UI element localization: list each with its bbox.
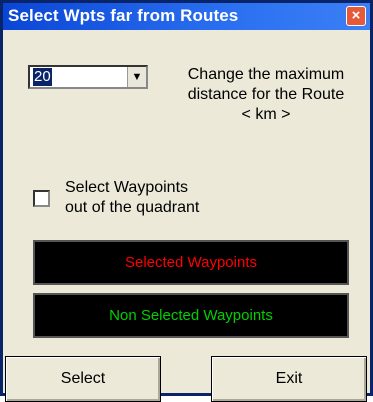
checkbox-label-line-2: out of the quadrant	[65, 199, 200, 216]
chevron-down-icon[interactable]: ▼	[127, 67, 146, 87]
checkbox-label-line-1: Select Waypoints	[65, 179, 189, 196]
select-button[interactable]: Select	[5, 356, 161, 402]
hint-line-3: < km >	[241, 106, 291, 123]
distance-hint: Change the maximum distance for the Rout…	[161, 65, 371, 125]
title-bar[interactable]: Select Wpts far from Routes ×	[3, 3, 370, 30]
distance-select[interactable]: 20 ▼	[28, 65, 148, 89]
exit-button[interactable]: Exit	[211, 356, 367, 402]
window-title: Select Wpts far from Routes	[8, 6, 239, 25]
hint-line-2: distance for the Route	[187, 86, 345, 103]
selected-waypoints-panel: Selected Waypoints	[33, 240, 349, 285]
dialog-body: 20 ▼ Change the maximum distance for the…	[3, 30, 371, 402]
hint-line-1: Change the maximum	[187, 66, 345, 83]
close-icon[interactable]: ×	[346, 6, 366, 26]
non-selected-waypoints-panel: Non Selected Waypoints	[33, 293, 349, 338]
checkbox-label: Select Waypoints out of the quadrant	[65, 178, 265, 218]
dialog-window: Select Wpts far from Routes × 20 ▼ Chang…	[0, 0, 373, 402]
out-of-quadrant-checkbox[interactable]	[33, 190, 50, 207]
distance-value: 20	[33, 68, 52, 86]
